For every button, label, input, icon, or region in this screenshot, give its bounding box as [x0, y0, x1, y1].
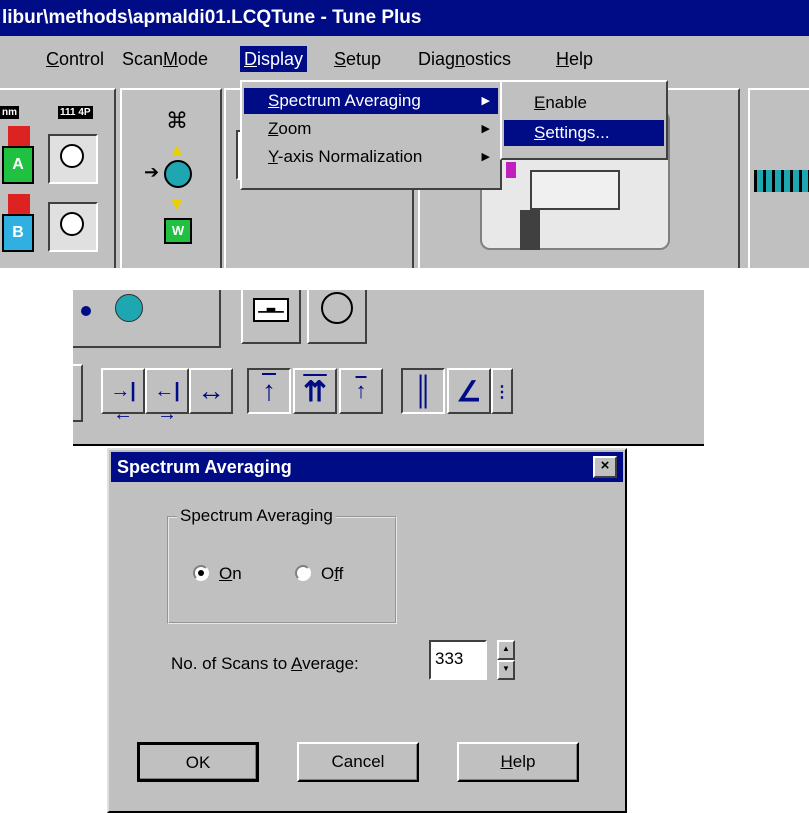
menu-item-enable[interactable]: Enable: [504, 90, 664, 116]
profile-view-button[interactable]: ∠: [447, 368, 491, 414]
spectrum-view-icon: ▁▃▁: [253, 298, 289, 322]
badge-right: 111 4P: [58, 106, 93, 119]
octapole-graphic: [754, 170, 809, 192]
submenu-arrow-icon: ▶: [481, 123, 490, 135]
display-menu: Spectrum Averaging ▶ Zoom ▶ Y-axis Normali…: [240, 80, 502, 190]
normalize-largest-peak-button[interactable]: ↑: [247, 368, 291, 414]
profile-curve-icon: ∠: [456, 376, 482, 407]
waste-icon: W: [164, 218, 192, 244]
badge-left: nm: [0, 106, 19, 119]
pump-b-button[interactable]: B: [2, 214, 34, 252]
status-light-icon: [115, 294, 143, 322]
normalize-fixed-button[interactable]: ↑: [339, 368, 383, 414]
window-title-bar: libur\methods\apmaldi01.LCQTune - Tune P…: [0, 0, 809, 36]
groupbox-label: Spectrum Averaging: [177, 506, 336, 526]
source-icon: ⌘: [166, 108, 188, 133]
scans-to-average-input[interactable]: 333: [429, 640, 487, 680]
pump-a-button[interactable]: A: [2, 146, 34, 184]
ion-source-marker: [506, 162, 516, 178]
dialog-title: Spectrum Averaging: [117, 457, 292, 477]
zoom-out-x-icon: ←|→: [154, 380, 180, 425]
menu-bar: Control ScanMode Display Setup Diagnosti…: [0, 36, 809, 82]
radio-on[interactable]: On: [193, 562, 242, 586]
arrow-right-icon: ➔: [144, 162, 160, 182]
menu-item-y-axis-normalization[interactable]: Y-axis Normalization ▶: [244, 144, 498, 170]
instrument-toolbar: nm 111 4P A B ⌘ ▲ ➔ ▼ W Spectrum Averagi…: [0, 80, 809, 268]
full-scale-x-icon: ↔: [197, 375, 225, 406]
help-button[interactable]: Help: [457, 742, 579, 782]
grid-view-icon: ⋮: [494, 384, 510, 401]
arrow-down-icon: ▼: [168, 194, 186, 214]
normalize-all-icon: ⇈: [303, 376, 327, 407]
full-scale-x-button[interactable]: ↔: [189, 368, 233, 414]
menu-setup[interactable]: Setup: [330, 46, 385, 72]
radio-off[interactable]: Off: [295, 562, 343, 586]
window-title: libur\methods\apmaldi01.LCQTune - Tune P…: [2, 7, 422, 28]
normalize-peak-icon: ↑: [262, 375, 276, 406]
spectrum-averaging-dialog: Spectrum Averaging × Spectrum Averaging …: [107, 448, 627, 813]
capillary-graphic: [530, 170, 620, 210]
menu-diagnostics[interactable]: Diagnostics: [414, 46, 515, 72]
zoom-out-x-button[interactable]: ←|→: [145, 368, 189, 425]
toolbar-separator: [73, 364, 83, 422]
menu-item-spectrum-averaging[interactable]: Spectrum Averaging ▶: [244, 88, 498, 114]
menu-scanmode[interactable]: ScanMode: [118, 46, 212, 72]
menu-help[interactable]: Help: [552, 46, 597, 72]
menu-control[interactable]: Control: [42, 46, 108, 72]
spectrum-view-button[interactable]: ▁▃▁: [241, 290, 301, 344]
spin-up-icon[interactable]: ▲: [497, 640, 515, 660]
interface-graphic: [520, 210, 540, 250]
status-lights-panel: [73, 290, 221, 348]
zoom-in-x-icon: →|←: [110, 380, 136, 425]
status-dot-icon: [81, 306, 91, 316]
pump-b-status[interactable]: [48, 202, 98, 252]
tune-view-button[interactable]: [307, 290, 367, 344]
top-screenshot-panel: libur\methods\apmaldi01.LCQTune - Tune P…: [0, 0, 809, 268]
spin-down-icon[interactable]: ▼: [497, 660, 515, 680]
upper-toolbar-strip: ▁▃▁: [73, 290, 704, 352]
menu-item-zoom[interactable]: Zoom ▶: [244, 116, 498, 142]
scans-to-average-label: No. of Scans to Average:: [171, 654, 359, 673]
octapole-panel: [748, 88, 809, 268]
display-toolbar-strip: →|← ←|→ ↔ ↑ ⇈ ↑ ║ ∠ ⋮: [73, 352, 704, 446]
normalize-fixed-icon: ↑: [355, 378, 367, 403]
spectrum-bar-view-button[interactable]: ║: [401, 368, 445, 414]
ok-button[interactable]: OK: [137, 742, 259, 782]
zoom-in-x-button[interactable]: →|←: [101, 368, 145, 425]
spectrum-averaging-submenu: Enable Settings...: [500, 80, 668, 160]
pump-a-top: [8, 126, 30, 148]
tune-view-icon: [321, 292, 353, 324]
submenu-arrow-icon: ▶: [481, 95, 490, 107]
normalize-all-peaks-button[interactable]: ⇈: [293, 368, 337, 414]
menu-display[interactable]: Display: [240, 46, 308, 72]
grid-view-button[interactable]: ⋮: [491, 368, 513, 414]
syringe-pump-panel: nm 111 4P A B: [0, 88, 116, 268]
radio-off-indicator[interactable]: [295, 565, 311, 581]
menu-item-settings[interactable]: Settings...: [504, 120, 664, 146]
pump-a-status[interactable]: [48, 134, 98, 184]
bar-spectrum-icon: ║: [413, 375, 433, 406]
cancel-button[interactable]: Cancel: [297, 742, 419, 782]
dialog-title-bar: Spectrum Averaging ×: [111, 452, 623, 482]
radio-on-indicator[interactable]: [193, 565, 209, 581]
submenu-arrow-icon: ▶: [481, 151, 490, 163]
pump-b-top: [8, 194, 30, 216]
arrow-up-icon: ▲: [168, 140, 186, 160]
close-icon[interactable]: ×: [593, 456, 617, 478]
divert-valve-panel: ⌘ ▲ ➔ ▼ W: [120, 88, 222, 268]
divert-valve-icon[interactable]: [164, 160, 192, 188]
spectrum-averaging-groupbox: Spectrum Averaging On Off: [167, 506, 397, 624]
